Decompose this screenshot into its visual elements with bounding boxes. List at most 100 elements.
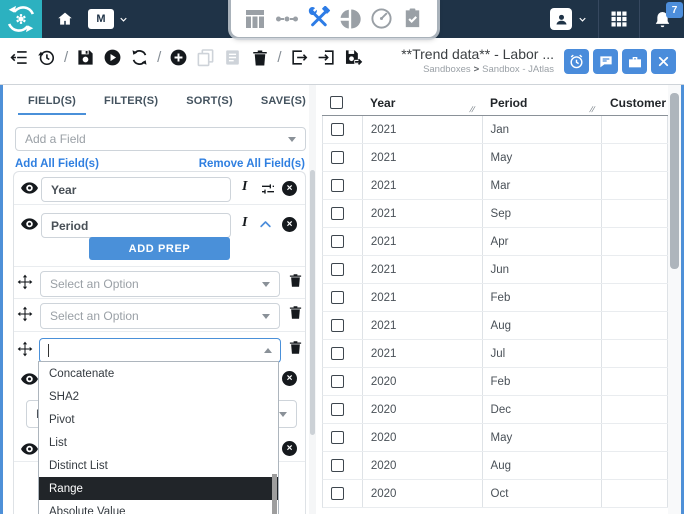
row-checkbox[interactable] [331, 319, 344, 332]
user-chevron-down-icon[interactable] [577, 14, 588, 25]
drag-move-handle[interactable] [17, 274, 33, 290]
select-all-checkbox[interactable] [330, 96, 343, 109]
row-checkbox[interactable] [331, 403, 344, 416]
remove-field-button[interactable]: × [282, 441, 297, 456]
row-checkbox[interactable] [331, 459, 344, 472]
pie-chart-button[interactable] [337, 6, 363, 32]
row-checkbox[interactable] [331, 123, 344, 136]
row-checkbox[interactable] [331, 207, 344, 220]
row-checkbox[interactable] [331, 487, 344, 500]
add-field-placeholder: Add a Field [25, 132, 86, 146]
field-settings-button[interactable] [260, 181, 276, 197]
export-button[interactable] [289, 47, 310, 68]
close-button[interactable] [651, 49, 676, 74]
history-button[interactable] [36, 47, 57, 68]
briefcase-button[interactable] [622, 49, 647, 74]
italic-format-button[interactable]: I [242, 179, 247, 195]
row-checkbox[interactable] [331, 431, 344, 444]
field-name-input[interactable]: Year [41, 177, 231, 202]
home-button[interactable] [56, 10, 74, 28]
column-header-year[interactable]: Year [362, 96, 482, 110]
tab-filters[interactable]: FILTER(S) [104, 95, 158, 107]
prep-option-select[interactable]: Select an Option [40, 271, 280, 297]
breadcrumb-segment[interactable]: Sandbox - JAtlas [482, 64, 554, 75]
add-button[interactable] [168, 47, 189, 68]
remove-field-button[interactable]: × [282, 181, 297, 196]
workspace-menu-button[interactable]: M [88, 9, 114, 29]
history-icon [37, 48, 56, 67]
workspace-chevron-down-icon[interactable] [118, 14, 129, 25]
column-header-period[interactable]: Period [482, 96, 602, 110]
copy-button-disabled[interactable] [195, 47, 216, 68]
add-all-fields-link[interactable]: Add All Field(s) [15, 158, 99, 170]
breadcrumb-segment[interactable]: Sandboxes [423, 64, 471, 75]
remove-field-button[interactable]: × [282, 371, 297, 386]
cell-year: 2021 [363, 312, 483, 339]
row-checkbox[interactable] [331, 179, 344, 192]
close-icon [656, 54, 671, 69]
user-account-button[interactable] [550, 8, 572, 30]
row-checkbox[interactable] [331, 291, 344, 304]
visibility-toggle[interactable] [21, 373, 38, 385]
remove-field-button[interactable]: × [282, 217, 297, 232]
tab-fields[interactable]: FIELD(S) [28, 95, 76, 107]
dropdown-item[interactable]: SHA2 [39, 385, 278, 408]
chevron-up-icon [264, 348, 272, 353]
dropdown-item[interactable]: Concatenate [39, 362, 278, 385]
tab-saves[interactable]: SAVE(S) [261, 95, 306, 107]
prep-function-combobox-focused[interactable] [39, 338, 281, 363]
cell-customer [602, 396, 668, 423]
delete-prep-button[interactable] [288, 273, 303, 288]
delete-prep-button[interactable] [288, 305, 303, 320]
dropdown-item[interactable]: Absolute Value [39, 500, 278, 514]
clipboard-check-button[interactable] [400, 6, 426, 32]
dropdown-scrollbar-thumb[interactable] [272, 474, 277, 514]
visibility-toggle[interactable] [21, 443, 38, 455]
dropdown-item[interactable]: Pivot [39, 408, 278, 431]
italic-format-button[interactable]: I [242, 215, 247, 231]
paste-button-disabled[interactable] [222, 47, 243, 68]
save-export-button[interactable] [343, 47, 364, 68]
save-button[interactable] [75, 47, 96, 68]
row-checkbox[interactable] [331, 263, 344, 276]
app-logo[interactable] [0, 0, 42, 38]
prep-option-select[interactable]: Select an Option [40, 303, 280, 329]
dropdown-item-selected[interactable]: Range [39, 477, 278, 500]
run-button[interactable] [102, 47, 123, 68]
row-checkbox[interactable] [331, 375, 344, 388]
gauge-button[interactable] [368, 6, 394, 32]
table-chart-button[interactable] [242, 6, 268, 32]
add-prep-button[interactable]: ADD PREP [89, 237, 230, 260]
visibility-toggle[interactable] [21, 182, 38, 194]
toolbar-separator: / [63, 49, 69, 66]
timer-icon [568, 53, 585, 70]
dropdown-item[interactable]: List [39, 431, 278, 454]
drag-move-handle[interactable] [17, 341, 33, 357]
dropdown-item[interactable]: Distinct List [39, 454, 278, 477]
apps-grid-button[interactable] [609, 9, 629, 29]
dot-line-button[interactable] [274, 6, 300, 32]
tools-button-active[interactable] [305, 6, 331, 32]
visibility-toggle[interactable] [21, 218, 38, 230]
row-checkbox[interactable] [331, 151, 344, 164]
panel-scrollbar-thumb[interactable] [310, 170, 315, 435]
delete-button[interactable] [249, 47, 270, 68]
cell-customer [602, 116, 668, 143]
notifications-button[interactable]: 7 [640, 0, 684, 38]
add-field-select[interactable]: Add a Field [15, 127, 306, 151]
panel-toggle-button[interactable] [9, 47, 30, 68]
table-scrollbar-thumb[interactable] [670, 93, 679, 269]
field-name-input[interactable]: Period [41, 213, 231, 238]
import-button[interactable] [316, 47, 337, 68]
row-checkbox[interactable] [331, 235, 344, 248]
refresh-button[interactable] [129, 47, 150, 68]
timer-button[interactable] [564, 49, 589, 74]
column-header-customer[interactable]: Customer Co [602, 96, 668, 110]
tab-sorts[interactable]: SORT(S) [186, 95, 233, 107]
collapse-prep-button[interactable] [258, 217, 273, 232]
drag-move-handle[interactable] [17, 306, 33, 322]
row-checkbox[interactable] [331, 347, 344, 360]
comment-button[interactable] [593, 49, 618, 74]
remove-all-fields-link[interactable]: Remove All Field(s) [199, 158, 305, 170]
delete-prep-button[interactable] [288, 340, 303, 355]
